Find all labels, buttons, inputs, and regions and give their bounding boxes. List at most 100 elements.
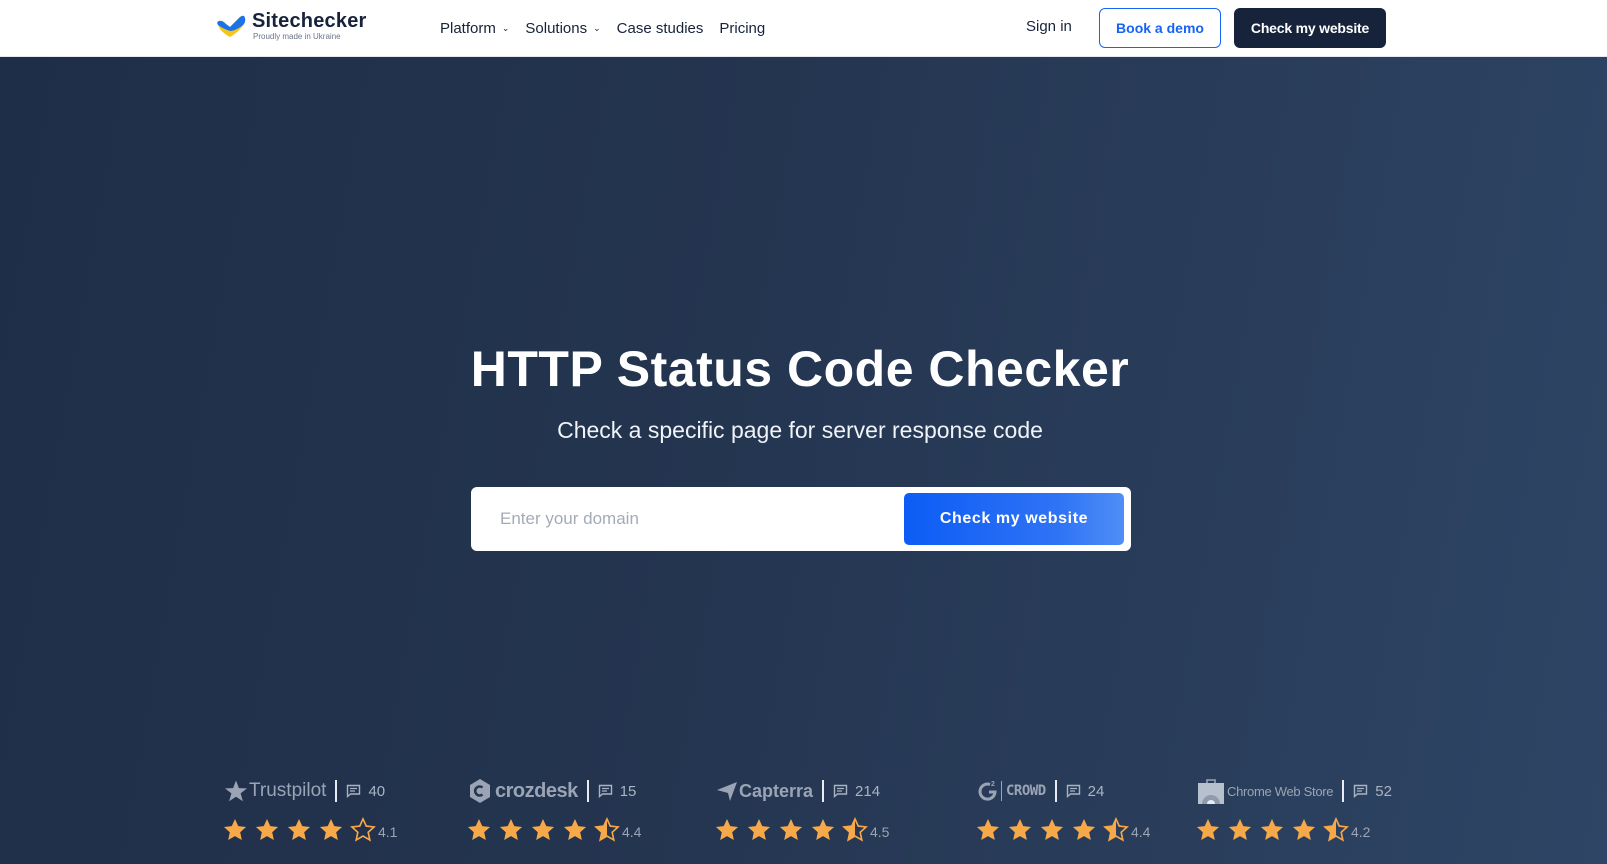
star-full-icon [1040, 818, 1064, 840]
sign-in-link[interactable]: Sign in [1026, 18, 1072, 35]
check-website-header-button[interactable]: Check my website [1234, 8, 1386, 48]
g2-separator [1001, 781, 1002, 801]
g2-icon: 2 [978, 781, 997, 801]
logo-tagline: Proudly made in Ukraine [253, 32, 341, 41]
page-subtitle: Check a specific page for server respons… [557, 417, 1043, 443]
star-half-icon [1323, 817, 1349, 842]
nav-solutions[interactable]: Solutions ⌄ [525, 20, 600, 37]
logo[interactable]: Sitechecker Proudly made in Ukraine [216, 10, 367, 42]
star-full-icon [1228, 818, 1252, 840]
domain-search-form: Check my website [471, 487, 1131, 551]
hero-section: HTTP Status Code Checker Check a specifi… [0, 57, 1607, 864]
domain-input[interactable] [471, 487, 901, 551]
star-full-icon [467, 818, 491, 840]
review-count-value: 24 [1087, 782, 1105, 800]
rating-score: 4.1 [378, 824, 398, 840]
star-full-icon [715, 818, 739, 840]
logo-heart-check-icon [217, 15, 246, 37]
star-full-icon [499, 818, 523, 840]
star-full-icon [1072, 818, 1096, 840]
rating-crozdesk[interactable]: crozdesk 15 4.4 [466, 777, 641, 864]
nav-case-studies-label: Case studies [616, 19, 704, 37]
capterra-logo: Capterra [716, 780, 813, 802]
comment-icon [833, 784, 848, 798]
star-full-icon [976, 818, 1000, 840]
star-full-icon [223, 818, 247, 840]
nav-pricing-label: Pricing [719, 19, 766, 37]
divider [1054, 780, 1057, 802]
review-count: 24 [1066, 782, 1105, 800]
chrome-web-store-icon [1198, 779, 1224, 804]
g2-crowd-name: CROWD [1006, 783, 1046, 799]
star-full-icon [1260, 818, 1284, 840]
capterra-arrow-icon [717, 782, 737, 801]
comment-icon [1066, 784, 1080, 798]
check-website-button[interactable]: Check my website [904, 493, 1124, 545]
star-rating: 4.4 [466, 817, 641, 843]
chevron-down-icon: ⌄ [593, 22, 601, 33]
divider [335, 780, 338, 802]
rating-g2-crowd[interactable]: 2 CROWD 24 4.4 [975, 777, 1150, 864]
rating-chrome-web-store[interactable]: Chrome Web Store 52 4.2 [1195, 777, 1392, 864]
star-full-icon [563, 818, 587, 840]
crozdesk-icon [470, 779, 490, 803]
rating-score: 4.4 [622, 824, 642, 840]
comment-icon [347, 784, 361, 798]
nav-platform[interactable]: Platform ⌄ [440, 20, 509, 37]
nav-case-studies[interactable]: Case studies [617, 20, 704, 37]
review-count-value: 15 [619, 782, 637, 800]
ratings-bar: Trustpilot 40 4.1 crozdesk 15 4.4 Capter… [0, 777, 1607, 864]
star-full-icon [1008, 818, 1032, 840]
g2-crowd-logo: 2 CROWD [977, 779, 1046, 803]
star-empty-icon [350, 817, 376, 842]
nav-pricing[interactable]: Pricing [719, 20, 765, 37]
trustpilot-star-icon [225, 780, 247, 802]
star-full-icon [1292, 818, 1316, 840]
rating-score: 4.4 [1131, 824, 1151, 840]
divider [1342, 780, 1345, 802]
divider [822, 780, 825, 802]
review-count: 40 [346, 783, 385, 800]
svg-text:2: 2 [991, 781, 995, 788]
chevron-down-icon: ⌄ [501, 22, 510, 33]
review-count-value: 40 [368, 782, 386, 800]
top-navbar: Sitechecker Proudly made in Ukraine Plat… [0, 0, 1607, 57]
star-rating: 4.4 [975, 817, 1150, 843]
comment-icon [1354, 784, 1368, 798]
logo-name: Sitechecker [252, 10, 367, 32]
star-full-icon [747, 818, 771, 840]
star-full-icon [779, 818, 803, 840]
review-count-value: 52 [1375, 782, 1392, 800]
crozdesk-name: crozdesk [495, 779, 578, 802]
review-count: 15 [598, 782, 637, 800]
rating-score: 4.5 [870, 824, 890, 840]
book-demo-button[interactable]: Book a demo [1099, 8, 1221, 48]
chrome-web-store-name: Chrome Web Store [1227, 783, 1334, 799]
divider [586, 780, 589, 802]
star-half-icon [1103, 817, 1129, 842]
trustpilot-logo: Trustpilot [224, 779, 326, 803]
page-title: HTTP Status Code Checker [470, 341, 1130, 397]
star-rating: 4.2 [1195, 817, 1392, 843]
main-nav: Platform ⌄ Solutions ⌄ Case studies Pric… [440, 0, 765, 56]
rating-score: 4.2 [1351, 824, 1371, 840]
star-full-icon [319, 818, 343, 840]
trustpilot-name: Trustpilot [249, 780, 327, 801]
comment-icon [598, 784, 612, 798]
star-full-icon [531, 818, 555, 840]
star-full-icon [1196, 818, 1220, 840]
rating-trustpilot[interactable]: Trustpilot 40 4.1 [222, 777, 397, 864]
crozdesk-logo: crozdesk [468, 778, 578, 804]
star-full-icon [287, 818, 311, 840]
star-rating: 4.1 [222, 817, 397, 843]
review-count: 52 [1353, 783, 1392, 800]
review-count: 214 [833, 783, 880, 800]
star-rating: 4.5 [714, 817, 889, 843]
nav-solutions-label: Solutions [525, 19, 588, 37]
star-half-icon [594, 817, 620, 842]
rating-capterra[interactable]: Capterra 214 4.5 [714, 777, 889, 864]
capterra-name: Capterra [739, 780, 814, 801]
review-count-value: 214 [855, 782, 881, 800]
chrome-web-store-logo: Chrome Web Store [1197, 778, 1334, 804]
star-full-icon [811, 818, 835, 840]
